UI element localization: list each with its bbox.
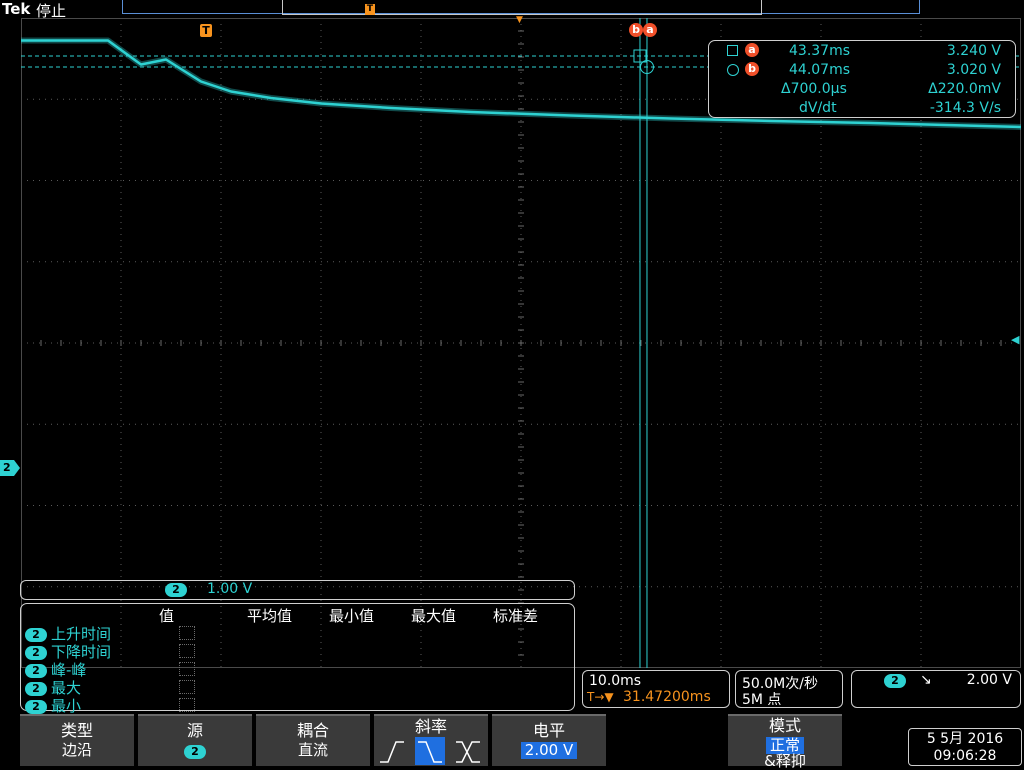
trigger-level: 2.00 V <box>966 672 1012 688</box>
trigger-readout[interactable]: 2 ↘ 2.00 V <box>851 670 1021 708</box>
col-header-min: 最小值 <box>329 607 375 625</box>
ch2-badge: 2 <box>25 700 47 714</box>
trigger-level-marker[interactable]: ◀ <box>1011 333 1023 346</box>
record-view-window[interactable] <box>282 0 762 15</box>
cursor-readout-panel: a 43.37ms 3.240 V b 44.07ms 3.020 V Δ700… <box>708 40 1016 118</box>
cursor-b-badge: b <box>745 62 759 76</box>
stat-histogram-icon <box>179 662 195 676</box>
measurement-row[interactable]: 2 最大 <box>25 677 81 697</box>
cursor-a-time: 43.37ms <box>789 43 851 59</box>
cursor-b-time: 44.07ms <box>789 62 851 78</box>
softkey-source[interactable]: 源 2 <box>138 714 252 766</box>
trigger-delay: 31.47200ms <box>623 689 711 705</box>
measurement-table: 值 平均值 最小值 最大值 标准差 2 上升时间 2 下降时间 2 峰-峰 2 最大 2… <box>20 603 575 715</box>
stat-histogram-icon <box>179 626 195 640</box>
stat-histogram-icon <box>179 644 195 658</box>
ch2-badge: 2 <box>25 646 47 660</box>
slope-falling-icon[interactable] <box>415 737 445 765</box>
softkey-value: 2.00 V <box>520 742 578 759</box>
col-header-stddev: 标准差 <box>493 607 539 625</box>
measurement-row[interactable]: 2 峰-峰 <box>25 659 86 679</box>
trigger-source-badge: 2 <box>884 674 906 688</box>
brand-logo: Tek <box>2 0 31 18</box>
ch2-badge: 2 <box>25 664 47 678</box>
slope-either-icon[interactable] <box>456 741 480 763</box>
timebase-readout[interactable]: 10.0ms T→▼ 31.47200ms <box>582 670 730 708</box>
cursor-b-voltage: 3.020 V <box>946 62 1001 78</box>
softkey-label: 类型 <box>60 721 93 740</box>
softkey-label: 耦合 <box>296 721 329 740</box>
softkey-label: 模式 <box>768 716 801 735</box>
slope-label: dV/dt <box>799 100 837 116</box>
slope-rising-icon[interactable] <box>380 741 404 763</box>
softkey-level[interactable]: 电平 2.00 V <box>492 714 606 766</box>
trigger-position-marker[interactable]: T <box>200 24 212 37</box>
slope-options <box>380 737 480 765</box>
softkey-value: 直流 <box>297 741 328 759</box>
cursor-b-marker[interactable]: b <box>629 23 643 37</box>
measurement-row[interactable]: 2 最小 <box>25 695 82 715</box>
cursor-b-circle-icon <box>727 64 739 76</box>
col-header-mean: 平均值 <box>247 607 293 625</box>
date: 5 5月 2016 <box>926 731 1004 747</box>
timebase-scale: 10.0ms <box>589 673 642 689</box>
measurement-row[interactable]: 2 上升时间 <box>25 623 111 643</box>
softkey-label: 斜率 <box>414 717 447 736</box>
ch2-volts-per-div: 1.00 V <box>207 581 253 597</box>
time: 09:06:28 <box>933 748 997 764</box>
softkey-mode[interactable]: 模式 正常 &释抑 <box>728 714 842 770</box>
ch2-badge: 2 <box>165 583 187 597</box>
col-header-value: 值 <box>159 607 175 625</box>
trigger-slope-icon: ↘ <box>920 672 932 688</box>
record-length: 5M 点 <box>742 692 782 708</box>
softkey-slope[interactable]: 斜率 <box>374 714 488 766</box>
stat-histogram-icon <box>179 680 195 694</box>
cursor-delta-time: Δ700.0µs <box>781 81 847 97</box>
stat-histogram-icon <box>179 698 195 712</box>
softkey-label: 源 <box>186 721 203 740</box>
col-header-max: 最大值 <box>411 607 457 625</box>
ch2-scale-readout[interactable]: 2 1.00 V <box>20 580 575 600</box>
softkey-holdoff: &释抑 <box>764 752 806 770</box>
acquisition-readout[interactable]: 50.0M次/秒 5M 点 <box>735 670 843 708</box>
cursor-delta-voltage: Δ220.0mV <box>928 81 1001 97</box>
ch2-badge: 2 <box>25 628 47 642</box>
softkey-label: 电平 <box>532 721 565 740</box>
softkey-value: 2 <box>184 745 206 759</box>
measurement-row[interactable]: 2 下降时间 <box>25 641 111 661</box>
trigger-delay-icon: T→▼ <box>587 690 614 704</box>
slope-value: -314.3 V/s <box>929 100 1001 116</box>
cursor-a-square-icon <box>727 45 738 56</box>
ch2-badge: 2 <box>25 682 47 696</box>
datetime-display: 5 5月 2016 09:06:28 <box>908 728 1022 766</box>
cursor-a-badge: a <box>745 43 759 57</box>
record-trigger-marker: T <box>365 4 375 15</box>
cursor-a-voltage: 3.240 V <box>946 43 1001 59</box>
trigger-position-arrow: ▼ <box>516 15 523 25</box>
softkey-type[interactable]: 类型 边沿 <box>20 714 134 766</box>
measurement-name: 最小 <box>51 697 82 715</box>
ch2-ground-marker[interactable]: 2 <box>0 460 20 476</box>
softkey-value: 边沿 <box>61 741 92 759</box>
softkey-coupling[interactable]: 耦合 直流 <box>256 714 370 766</box>
cursor-a-marker[interactable]: a <box>643 23 657 37</box>
